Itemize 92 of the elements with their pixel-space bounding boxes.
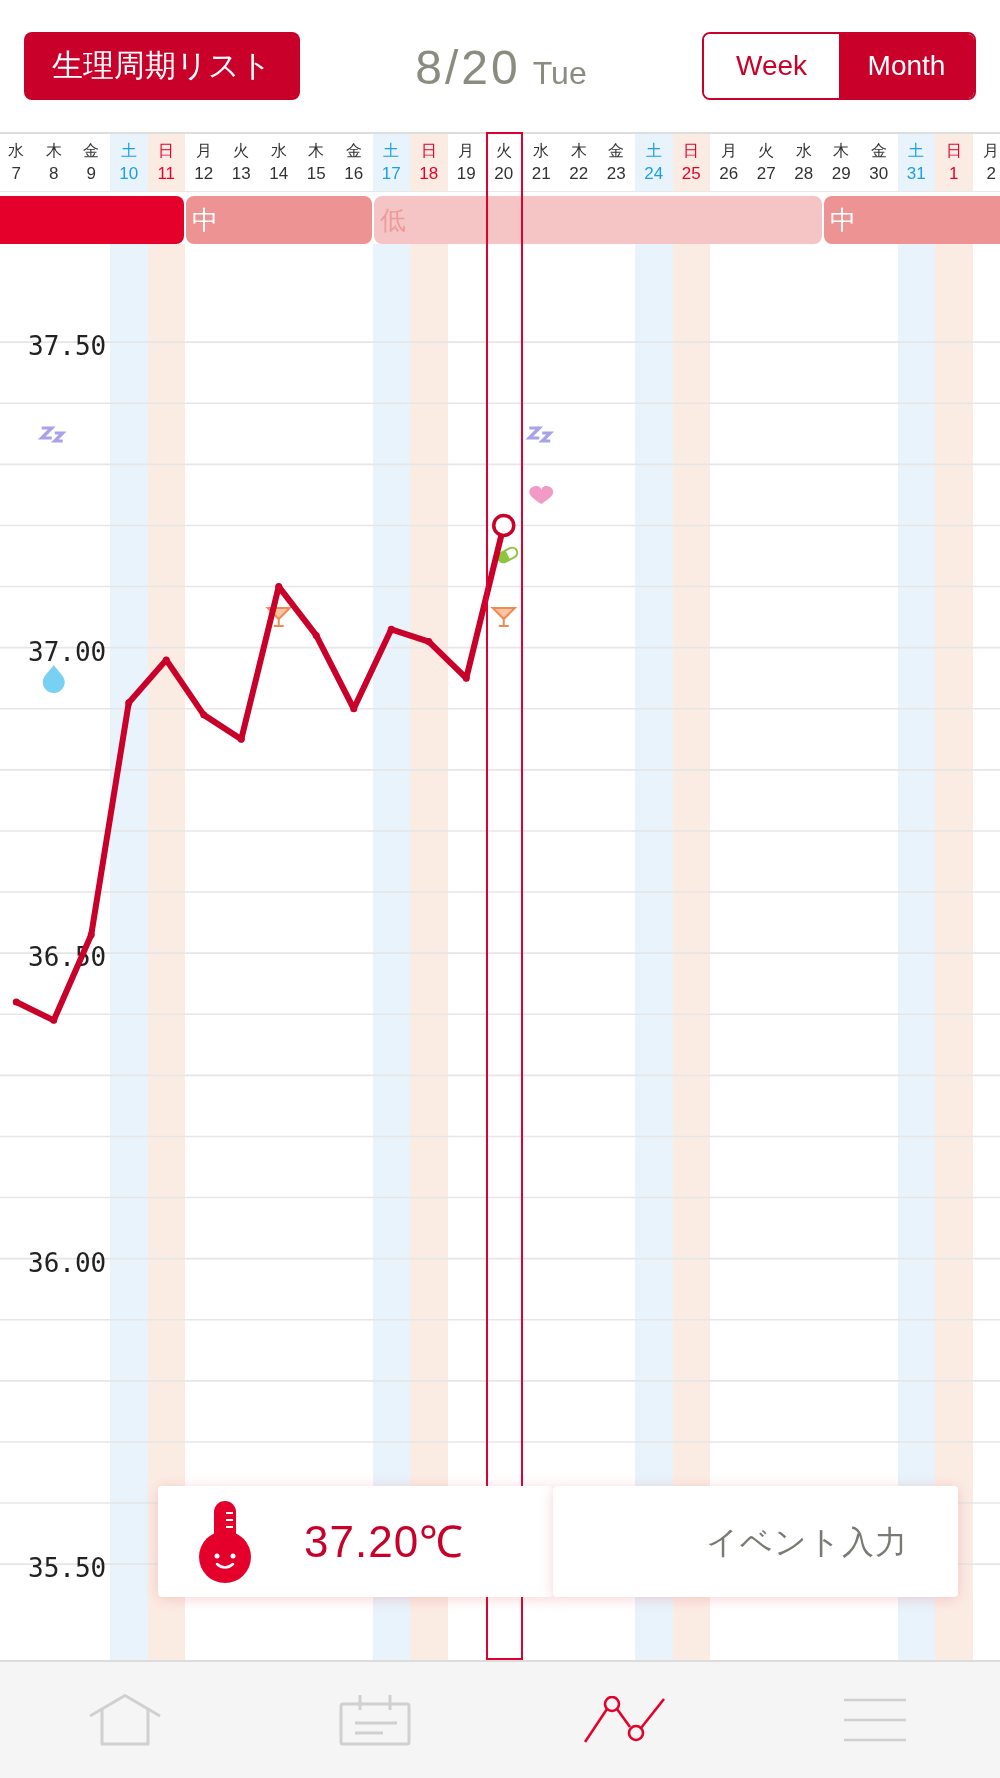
view-tab[interactable]: Month: [839, 34, 974, 98]
date-label: 11: [157, 165, 176, 182]
date-label: 14: [269, 165, 289, 182]
data-point: [350, 705, 358, 713]
weekday-label: 水: [533, 143, 550, 159]
date-label: 12: [194, 165, 214, 182]
thermometer-face-icon: [196, 1500, 254, 1583]
date-title: 8/20: [415, 40, 521, 96]
droplet-icon: [42, 665, 65, 693]
weekday-label: 金: [345, 143, 362, 159]
heart-icon: [529, 486, 554, 504]
weekday-label: 日: [945, 143, 962, 159]
date-label: 8: [49, 165, 59, 182]
temperature-reading: 37.20℃: [304, 1515, 465, 1568]
weekday-label: 金: [608, 143, 625, 159]
date-label: 13: [231, 165, 251, 182]
calendar-icon: [339, 1694, 411, 1746]
date-label: 9: [86, 165, 96, 182]
data-point: [87, 931, 95, 939]
data-point: [50, 1016, 58, 1024]
y-axis-label: 37.50: [28, 331, 107, 362]
weekday-label: 月: [720, 143, 737, 159]
weekday-label: 金: [870, 143, 887, 159]
phase-label: 中: [192, 207, 218, 233]
data-point: [125, 699, 133, 707]
sleep-zz-icon: [37, 426, 67, 443]
event-input-button[interactable]: イベント入力: [553, 1486, 958, 1597]
weekday-label: 日: [420, 143, 437, 159]
date-label: 16: [344, 165, 364, 182]
cycle-list-button[interactable]: 生理周期リスト: [24, 32, 300, 100]
data-point: [312, 631, 320, 639]
y-axis-label: 36.00: [28, 1247, 107, 1278]
weekday-label: 木: [570, 143, 587, 159]
weekday-label: 土: [645, 143, 662, 159]
date-label: 23: [606, 165, 626, 182]
weekday-label: 日: [158, 143, 175, 159]
y-axis-label: 35.50: [28, 1553, 107, 1584]
date-label: 7: [11, 165, 21, 182]
weekday-label: 月: [195, 143, 212, 159]
weekday-label: 金: [83, 143, 100, 159]
date-label: 26: [719, 165, 739, 182]
cocktail-glass-icon: [265, 607, 293, 627]
phase-label: 中: [829, 207, 856, 233]
selected-data-point[interactable]: [492, 513, 516, 538]
weekday-label: 木: [308, 143, 325, 159]
date-label: 20: [494, 165, 514, 182]
date-label: 27: [756, 165, 776, 182]
weekday-label: 月: [458, 143, 475, 159]
temperature-card[interactable]: 37.20℃: [158, 1486, 553, 1597]
date-label: 19: [456, 165, 476, 182]
data-point: [462, 674, 470, 682]
date-label: 1: [949, 165, 959, 182]
date-label: 29: [831, 165, 851, 182]
weekday-label: 土: [120, 143, 137, 159]
data-point: [200, 711, 208, 719]
weekday-label: 水: [795, 143, 812, 159]
home-icon: [88, 1694, 162, 1746]
weekday-label: 火: [233, 143, 250, 159]
weekday-label: 火: [758, 143, 775, 159]
cocktail-glass-icon: [490, 607, 518, 627]
date-label: 17: [381, 165, 401, 182]
date-label: 24: [644, 165, 664, 182]
weekday-label: 月: [983, 143, 1000, 159]
weekday-label: 土: [908, 143, 925, 159]
weekday-label: 水: [270, 143, 287, 159]
y-axis-label: 37.00: [28, 636, 107, 667]
data-point: [12, 998, 20, 1006]
date-label: 30: [869, 165, 889, 182]
data-point: [387, 625, 395, 633]
weekday-label: 日: [683, 143, 700, 159]
line-chart-icon: [584, 1696, 666, 1744]
date-label: 25: [681, 165, 701, 182]
weekday-label: 水: [8, 143, 25, 159]
weekday-label: 土: [383, 143, 400, 159]
weekday-label: 木: [833, 143, 850, 159]
data-point: [275, 583, 283, 591]
date-label: 31: [906, 165, 926, 182]
weekday-title: Tue: [532, 54, 587, 93]
data-point: [425, 638, 433, 646]
data-point: [237, 735, 245, 743]
menu-icon: [843, 1698, 907, 1742]
date-label: 18: [419, 165, 439, 182]
date-label: 2: [986, 165, 996, 182]
capsule-icon: [495, 544, 520, 566]
weekday-label: 木: [45, 143, 62, 159]
date-label: 28: [794, 165, 814, 182]
date-label: 21: [531, 165, 551, 182]
date-label: 22: [569, 165, 589, 182]
weekday-label: 火: [495, 143, 512, 159]
date-label: 15: [306, 165, 326, 182]
sleep-zz-icon: [525, 426, 555, 443]
date-label: 10: [119, 165, 139, 182]
